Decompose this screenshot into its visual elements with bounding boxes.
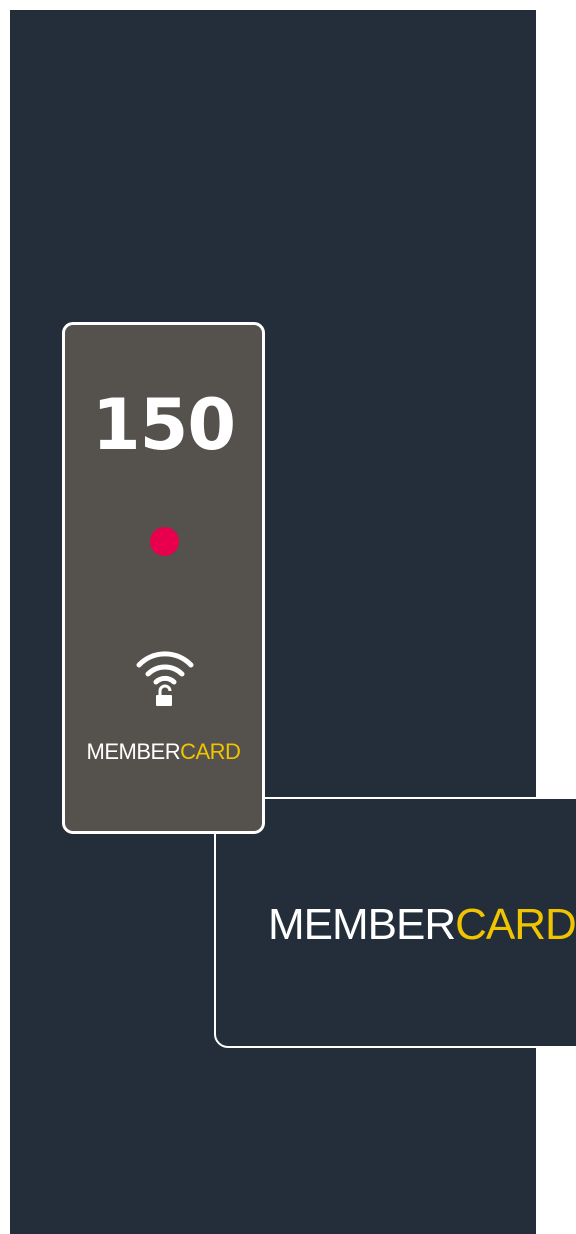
nfc-unlock-icon — [136, 651, 194, 706]
card-brand-accent: CARD — [455, 900, 576, 949]
card-brand-logo: MEMBERCARD — [268, 899, 576, 951]
status-indicator — [150, 527, 179, 556]
page: MEMBERCARD 150 MEMBERCARD — [0, 0, 576, 1234]
room-number: 150 — [91, 384, 236, 466]
member-card[interactable]: MEMBERCARD — [214, 797, 576, 1048]
door-reader: 150 MEMBERCARD — [62, 322, 265, 834]
reader-brand-primary: MEMBER — [86, 739, 181, 764]
reader-brand-accent: CARD — [180, 739, 241, 764]
card-brand-primary: MEMBER — [268, 900, 456, 949]
reader-brand-logo: MEMBERCARD — [65, 737, 262, 767]
